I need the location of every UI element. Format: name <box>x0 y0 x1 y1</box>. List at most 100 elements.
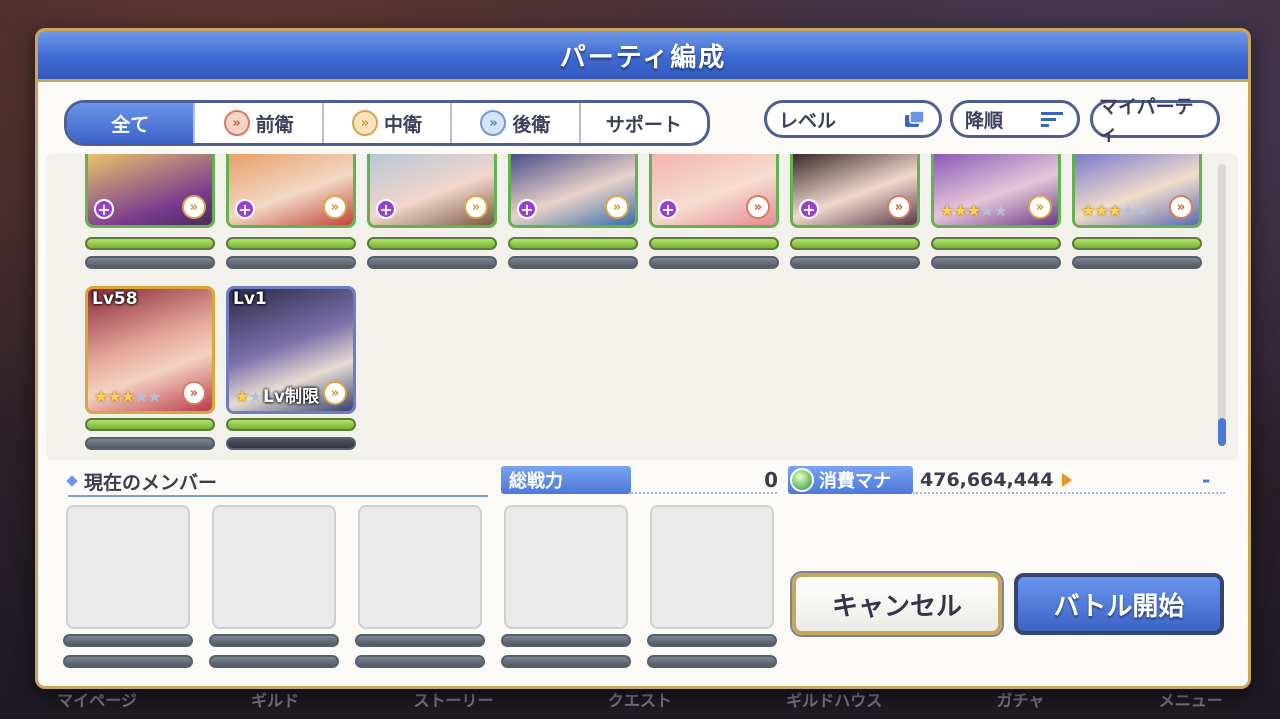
hp-bar <box>367 237 497 250</box>
bottom-nav-item: ガチャ <box>996 691 1045 710</box>
tab-all[interactable]: 全て <box>67 103 196 143</box>
front-role-icon: » <box>1169 195 1193 219</box>
cancel-button[interactable]: キャンセル <box>792 573 1002 635</box>
mid-role-icon: » <box>323 381 347 405</box>
hp-bar <box>226 418 356 431</box>
diamond-bullet-icon <box>66 475 78 487</box>
bottom-nav-item: ギルド <box>251 691 300 710</box>
star-icon: ★ <box>1094 201 1108 220</box>
character-card[interactable]: ★★★★★» <box>931 154 1061 228</box>
mid-role-icon: » <box>323 195 347 219</box>
roster-scroll-thumb[interactable] <box>1218 418 1226 446</box>
character-card[interactable]: Lv1 ★★★★★ Lv制限» <box>226 286 356 414</box>
level-label: Lv58 <box>92 289 138 309</box>
bottom-nav-item: ストーリー <box>413 691 494 710</box>
plus-badge-icon: + <box>94 199 114 219</box>
star-icon: ★ <box>980 201 994 220</box>
tab-mid[interactable]: » 中衛 <box>324 103 453 143</box>
empty-member-slot[interactable] <box>504 505 628 629</box>
member-tp-bar <box>501 655 631 668</box>
star-icon: ★ <box>966 201 981 220</box>
tab-support[interactable]: サポート <box>581 103 707 143</box>
plus-badge-icon: + <box>658 199 678 219</box>
character-card[interactable]: +» <box>649 154 779 228</box>
star-icon: ★ <box>94 387 108 406</box>
member-tp-bar <box>355 655 485 668</box>
star-icon: ★ <box>993 201 1007 220</box>
total-power-value: 0 <box>764 468 778 492</box>
star-icon: ★ <box>953 201 967 220</box>
member-tp-bar <box>63 655 193 668</box>
member-hp-bar <box>501 634 631 647</box>
character-card[interactable]: Lv58 ★★★★★» <box>85 286 215 414</box>
front-role-icon: » <box>182 381 206 405</box>
empty-member-slot[interactable] <box>66 505 190 629</box>
roster-scrollbar[interactable] <box>1218 164 1226 446</box>
star-icon: ★ <box>120 387 135 406</box>
star-icon: ★ <box>107 387 121 406</box>
hp-bar <box>931 237 1061 250</box>
tp-bar <box>85 437 215 450</box>
sort-descending-icon <box>1041 112 1063 127</box>
stack-icon <box>905 110 925 127</box>
mid-role-icon: » <box>464 195 488 219</box>
plus-badge-icon: + <box>517 199 537 219</box>
member-hp-bar <box>63 634 193 647</box>
sort-order-button[interactable]: 降順 <box>950 100 1080 138</box>
character-card[interactable]: +» <box>367 154 497 228</box>
front-role-icon: » <box>223 110 250 136</box>
tp-bar <box>931 256 1061 269</box>
character-card[interactable]: +» <box>508 154 638 228</box>
tp-bar <box>508 256 638 269</box>
empty-member-slot[interactable] <box>212 505 336 629</box>
member-hp-bar <box>647 634 777 647</box>
mana-cost-text: 消費マナ <box>819 471 891 492</box>
my-party-button[interactable]: マイパーティ <box>1090 96 1220 145</box>
tab-front-label: 前衛 <box>255 113 294 136</box>
character-card[interactable]: +» <box>790 154 920 228</box>
empty-member-slot[interactable] <box>358 505 482 629</box>
arrow-right-icon <box>1062 473 1072 487</box>
character-card[interactable]: ★★★★★ » <box>1072 154 1202 228</box>
sort-key-button[interactable]: レベル <box>764 100 942 138</box>
mid-role-icon: » <box>352 110 378 136</box>
empty-member-slot[interactable] <box>650 505 774 629</box>
mid-role-icon: » <box>605 195 629 219</box>
sort-order-label: 降順 <box>965 109 1004 132</box>
front-role-icon: » <box>887 195 911 219</box>
star-icon: ★ <box>1134 201 1148 220</box>
hp-bar <box>649 237 779 250</box>
tp-bar <box>226 437 356 450</box>
start-battle-button[interactable]: バトル開始 <box>1014 573 1224 635</box>
star-rating: ★★★★★ <box>1081 201 1149 220</box>
member-hp-bar <box>209 634 339 647</box>
my-party-label: マイパーティ <box>1099 96 1194 145</box>
plus-badge-icon: + <box>799 199 819 219</box>
sort-key-label: レベル <box>779 109 837 132</box>
back-role-icon: » <box>480 110 507 136</box>
tp-bar <box>649 256 779 269</box>
mid-role-icon: » <box>182 195 206 219</box>
star-icon: ★ <box>1121 201 1135 220</box>
hp-bar <box>85 418 215 431</box>
member-hp-bar <box>355 634 485 647</box>
total-power-text: 総戦力 <box>509 471 563 492</box>
star-icon: ★ <box>134 387 148 406</box>
tp-bar <box>85 256 215 269</box>
star-rating: ★★★★★ <box>940 201 1008 220</box>
hp-bar <box>790 237 920 250</box>
character-card[interactable]: +» <box>85 154 215 228</box>
star-icon: ★ <box>1107 201 1122 220</box>
character-card[interactable]: +» <box>226 154 356 228</box>
hp-bar <box>85 237 215 250</box>
role-filter-tabs: 全て » 前衛 » 中衛 » 後衛 サポート <box>64 100 710 146</box>
star-icon: ★ <box>147 387 161 406</box>
front-role-icon: » <box>746 195 770 219</box>
tab-back[interactable]: » 後衛 <box>452 103 581 143</box>
mana-delta: - <box>1202 468 1211 492</box>
hp-bar <box>226 237 356 250</box>
tab-front[interactable]: » 前衛 <box>195 103 324 143</box>
star-rating: ★★★★★ <box>94 387 162 406</box>
dialog-titlebar: パーティ編成 <box>38 31 1248 82</box>
plus-badge-icon: + <box>376 199 396 219</box>
